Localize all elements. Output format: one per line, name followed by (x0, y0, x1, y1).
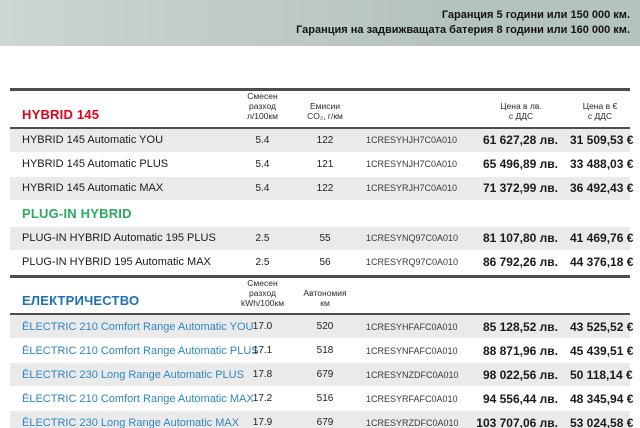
price-eur-cell: 53 024,58 € (570, 415, 634, 428)
code-cell: 1CRESYNFAFC0A010 (366, 345, 458, 356)
consumption-cell: 5.4 (255, 158, 270, 170)
section-title-hybrid: HYBRID 145 (22, 106, 100, 122)
model-cell: ĒLECTRIC 210 Comfort Range Automatic PLU… (22, 344, 259, 357)
section-header-hybrid: HYBRID 145 Смесен разход л/100км Емисии … (10, 91, 630, 127)
autonomy-cell: 520 (316, 321, 334, 333)
price-eur-cell: 44 376,18 € (570, 255, 634, 270)
price-eur-cell: 33 488,03 € (570, 157, 634, 172)
code-cell: 1CRESYRJH7C0A010 (366, 183, 458, 194)
consumption-cell: 2.5 (255, 232, 270, 244)
price-lv-cell: 88 871,96 лв. (482, 343, 558, 358)
model-cell: ĒLECTRIC 210 Comfort Range Automatic MAX (22, 392, 254, 405)
section-title-plugin: PLUG-IN HYBRID (22, 206, 132, 222)
autonomy-cell: 516 (316, 393, 334, 405)
autonomy-cell: 518 (316, 345, 334, 357)
price-table: HYBRID 145 Смесен разход л/100км Емисии … (10, 88, 634, 428)
consumption-cell: 17.0 (252, 321, 273, 333)
section-header-plugin: PLUG-IN HYBRID (10, 201, 630, 227)
price-lv-cell: 65 496,89 лв. (482, 157, 558, 172)
consumption-cell: 5.4 (255, 134, 270, 146)
price-lv-cell: 86 792,26 лв. (482, 255, 558, 270)
column-header-price-eur: Цена в € с ДДС (582, 101, 618, 122)
code-cell: 1CRESYNJH7C0A010 (366, 159, 458, 170)
code-cell: 1CRESYNQ97C0A010 (366, 233, 459, 244)
section-title-electric: ЕЛЕКТРИЧЕСТВО (22, 293, 140, 309)
code-cell: 1CRESYRZDFC0A010 (366, 417, 459, 428)
emissions-cell: 55 (319, 232, 331, 244)
code-cell: 1CRESYRQ97C0A010 (366, 257, 459, 268)
model-cell: HYBRID 145 Automatic PLUS (22, 158, 169, 171)
warranty-line-1: Гаранция 5 години или 150 000 км. (441, 8, 630, 21)
model-cell: PLUG-IN HYBRID 195 Automatic MAX (22, 256, 211, 269)
column-header-consumption-kwh: Смесен разход kWh/100км (240, 277, 285, 308)
table-row: ĒLECTRIC 210 Comfort Range Automatic YOU… (10, 315, 634, 339)
price-lv-cell: 103 707,06 лв. (476, 415, 558, 428)
price-eur-cell: 31 509,53 € (570, 133, 634, 148)
model-cell: ĒLECTRIC 230 Long Range Automatic PLUS (22, 368, 244, 381)
column-header-autonomy: Автономия км (303, 287, 347, 308)
consumption-cell: 5.4 (255, 182, 270, 194)
price-lv-cell: 81 107,80 лв. (482, 231, 558, 246)
section-header-electric: ЕЛЕКТРИЧЕСТВО Смесен разход kWh/100км Ав… (10, 278, 630, 314)
price-eur-cell: 36 492,43 € (570, 181, 634, 196)
price-lv-cell: 61 627,28 лв. (482, 133, 558, 148)
price-lv-cell: 85 128,52 лв. (482, 319, 558, 334)
code-cell: 1CRESYNZDFC0A010 (366, 369, 459, 380)
model-cell: ĒLECTRIC 230 Long Range Automatic MAX (22, 416, 240, 428)
warranty-line-2: Гаранция на задвижващата батерия 8 годин… (296, 24, 630, 36)
price-eur-cell: 41 469,76 € (570, 231, 634, 246)
table-row: HYBRID 145 Automatic MAX 5.4 122 1CRESYR… (10, 176, 634, 200)
table-row: HYBRID 145 Automatic YOU 5.4 122 1CRESYH… (10, 128, 634, 152)
model-cell: HYBRID 145 Automatic MAX (22, 182, 164, 195)
table-row: HYBRID 145 Automatic PLUS 5.4 121 1CRESY… (10, 153, 634, 176)
price-lv-cell: 94 556,44 лв. (482, 391, 558, 406)
price-eur-cell: 50 118,14 € (570, 367, 633, 382)
model-cell: HYBRID 145 Automatic YOU (22, 134, 164, 147)
code-cell: 1CRESYHFAFC0A010 (366, 321, 458, 332)
consumption-cell: 17.1 (252, 345, 273, 357)
code-cell: 1CRESYHJH7C0A010 (366, 135, 458, 146)
consumption-cell: 2.5 (255, 256, 270, 268)
consumption-cell: 17.9 (252, 417, 273, 428)
emissions-cell: 122 (316, 182, 334, 194)
table-row: ĒLECTRIC 210 Comfort Range Automatic MAX… (10, 387, 634, 410)
autonomy-cell: 679 (316, 417, 334, 428)
warranty-banner: Гаранция 5 години или 150 000 км. Гаранц… (0, 0, 640, 46)
emissions-cell: 122 (316, 134, 334, 146)
consumption-cell: 17.2 (252, 393, 273, 405)
emissions-cell: 121 (316, 158, 334, 170)
code-cell: 1CRESYRFAFC0A010 (366, 393, 458, 404)
price-lv-cell: 71 372,99 лв. (482, 181, 558, 196)
price-eur-cell: 45 439,51 € (570, 343, 634, 358)
column-header-price-lv: Цена в лв. с ДДС (500, 101, 542, 122)
table-row: PLUG-IN HYBRID 195 Automatic MAX 2.5 56 … (10, 251, 634, 274)
model-cell: ĒLECTRIC 210 Comfort Range Automatic YOU (22, 320, 254, 333)
price-lv-cell: 98 022,56 лв. (482, 367, 558, 382)
autonomy-cell: 679 (316, 369, 334, 381)
emissions-cell: 56 (319, 256, 331, 268)
table-row: PLUG-IN HYBRID Automatic 195 PLUS 2.5 55… (10, 226, 634, 250)
table-row: ĒLECTRIC 230 Long Range Automatic PLUS 1… (10, 363, 633, 387)
price-eur-cell: 48 345,94 € (570, 391, 634, 406)
column-header-emissions: Емисии CO₂, г/км (307, 101, 343, 122)
price-eur-cell: 43 525,52 € (570, 319, 634, 334)
table-row: ĒLECTRIC 210 Comfort Range Automatic PLU… (10, 339, 634, 362)
column-header-consumption: Смесен разход л/100км (246, 91, 279, 122)
model-cell: PLUG-IN HYBRID Automatic 195 PLUS (22, 232, 216, 245)
table-row: ĒLECTRIC 230 Long Range Automatic MAX 17… (10, 411, 634, 428)
consumption-cell: 17.8 (252, 369, 273, 381)
